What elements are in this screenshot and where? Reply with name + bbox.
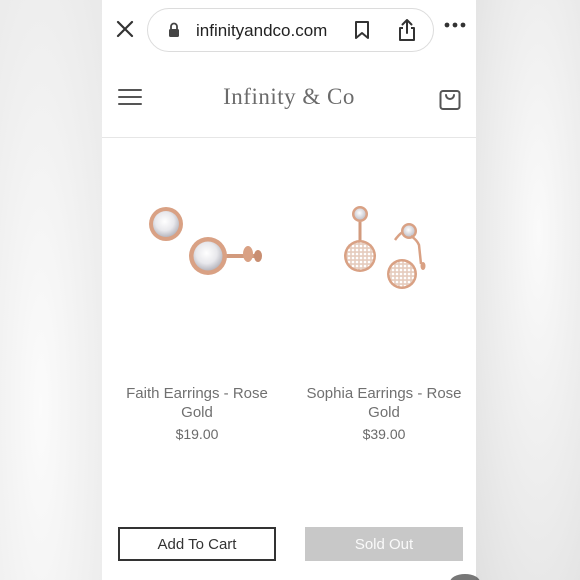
url-text: infinityandco.com [196,21,328,40]
product-card-sophia: Sophia Earrings - Rose Gold $39.00 [299,160,469,442]
browser-toolbar: infinityandco.com [102,0,476,60]
background-left [0,0,102,580]
product-price: $19.00 [175,426,219,442]
stud-earrings-image [149,207,262,275]
share-icon[interactable] [397,18,417,42]
site-logo[interactable]: Infinity & Co [102,84,476,110]
product-image[interactable] [299,160,469,360]
product-name[interactable]: Sophia Earrings - Rose Gold [299,384,469,422]
more-icon[interactable] [444,22,466,28]
phone-screen: infinityandco.com Infinity & Co Faith Ea… [102,0,476,580]
product-card-faith: Faith Earrings - Rose Gold $19.00 [112,160,282,442]
address-bar[interactable]: infinityandco.com [147,8,434,52]
cart-icon[interactable] [438,85,462,111]
product-price: $39.00 [362,426,406,442]
site-header: Infinity & Co [102,60,476,138]
close-button[interactable] [114,18,136,40]
sold-out-button: Sold Out [305,527,463,561]
lock-icon [169,22,179,37]
close-icon [116,20,134,38]
add-to-cart-button[interactable]: Add To Cart [118,527,276,561]
bookmark-icon[interactable] [354,20,370,40]
drop-earrings-image [344,206,426,289]
background-right [476,0,580,580]
product-image[interactable] [112,160,282,360]
product-name[interactable]: Faith Earrings - Rose Gold [112,384,282,422]
